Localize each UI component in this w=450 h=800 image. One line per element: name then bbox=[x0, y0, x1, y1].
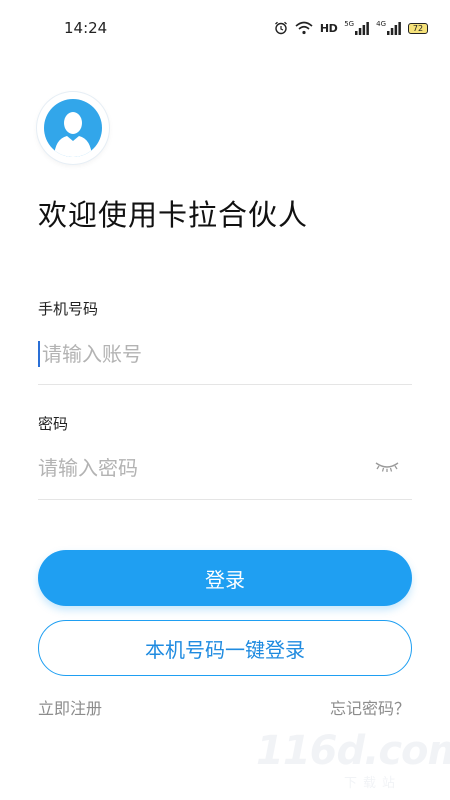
status-time: 14:24 bbox=[64, 19, 108, 37]
status-icons: HD 5G 4G 72 bbox=[274, 20, 428, 36]
register-link[interactable]: 立即注册 bbox=[38, 695, 102, 719]
phone-input[interactable] bbox=[38, 334, 362, 374]
eye-closed-icon[interactable] bbox=[374, 458, 400, 474]
phone-label: 手机号码 bbox=[38, 300, 99, 318]
watermark-sub: 下载站 bbox=[344, 776, 402, 791]
signal-5g-label: 5G bbox=[344, 19, 355, 28]
signal-icon: 5G bbox=[344, 19, 370, 36]
wifi-icon bbox=[295, 20, 313, 36]
watermark-logo: 116d.com 下载站 bbox=[256, 728, 450, 791]
avatar-icon bbox=[44, 99, 102, 157]
avatar bbox=[37, 92, 109, 164]
one-key-login-button[interactable]: 本机号码一键登录 bbox=[38, 620, 412, 676]
hd-indicator: HD bbox=[319, 21, 338, 35]
page-title: 欢迎使用卡拉合伙人 bbox=[38, 198, 309, 232]
status-bar: 14:24 HD 5G 4G 72 bbox=[0, 0, 450, 56]
signal-4g-label: 4G bbox=[376, 19, 386, 28]
alarm-icon bbox=[274, 20, 288, 36]
password-input-row bbox=[38, 448, 412, 500]
battery-icon: 72 bbox=[408, 22, 428, 34]
signal-icon-2: 4G bbox=[376, 20, 401, 36]
password-label: 密码 bbox=[38, 415, 69, 433]
phone-input-row bbox=[38, 334, 412, 385]
password-input[interactable] bbox=[38, 448, 358, 488]
watermark-main: 116d.com bbox=[256, 728, 450, 774]
forgot-password-link[interactable]: 忘记密码？ bbox=[330, 695, 410, 719]
login-button[interactable]: 登录 bbox=[38, 550, 412, 606]
